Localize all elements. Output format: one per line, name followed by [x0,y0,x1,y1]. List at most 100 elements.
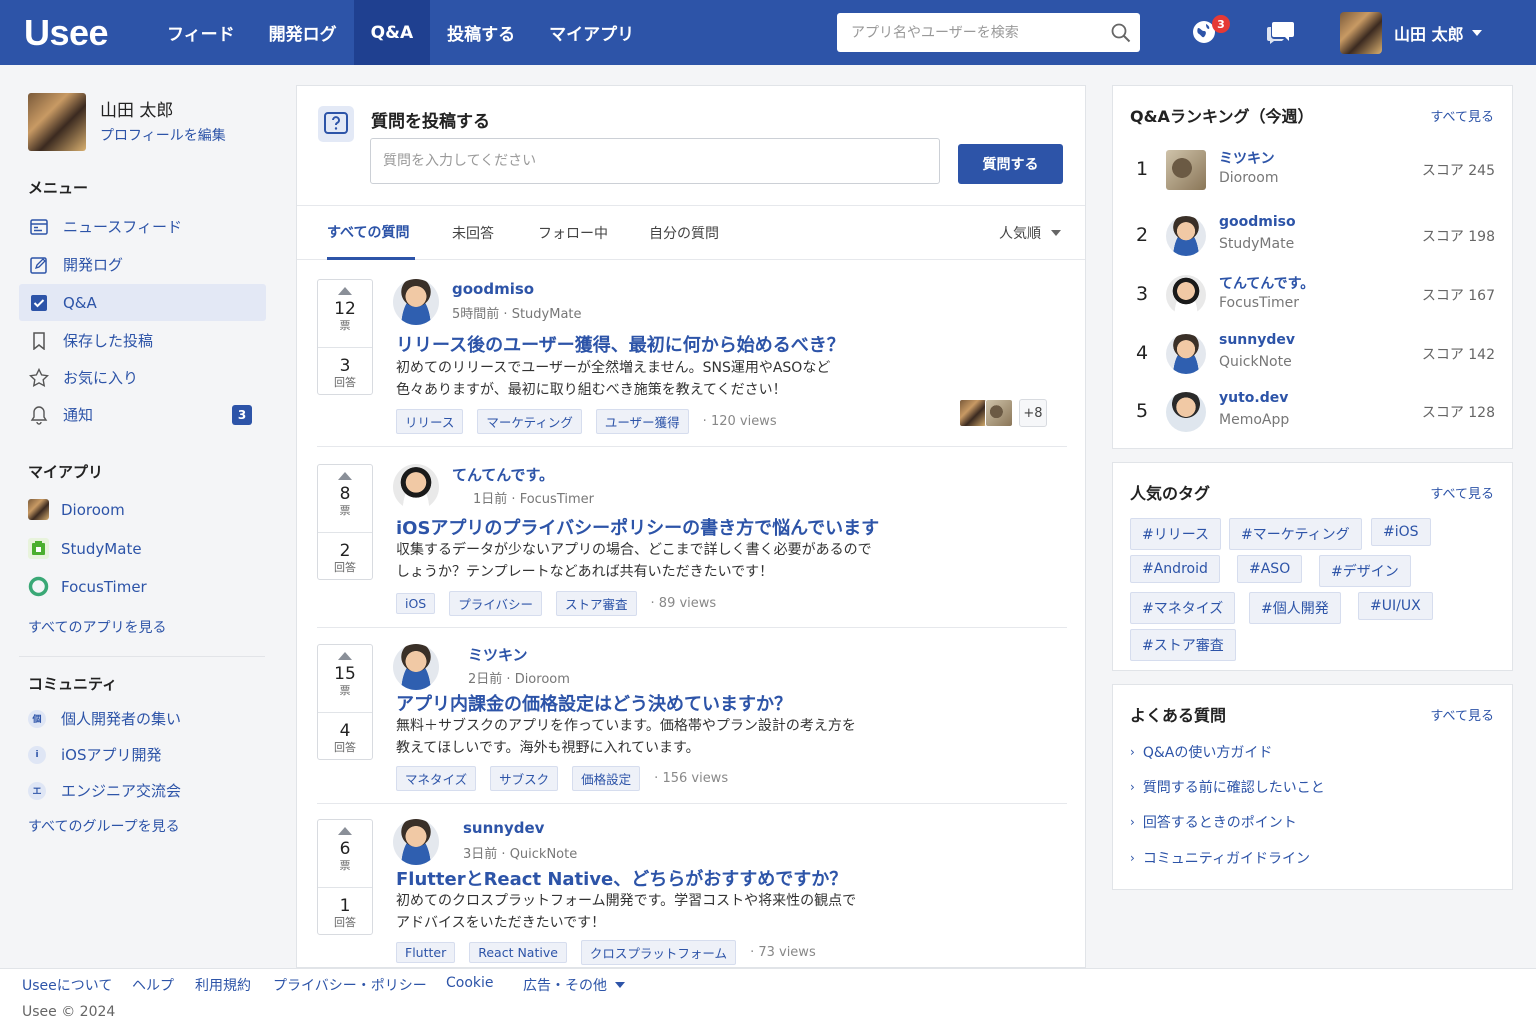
tag[interactable]: Flutter [396,942,456,963]
footer-link-privacy[interactable]: プライバシー・ポリシー [273,975,427,995]
user-menu[interactable]: 山田 太郎 [1340,12,1482,54]
popular-tag[interactable]: #iOS [1371,518,1431,546]
sidebar-item-newsfeed[interactable]: ニュースフィード [19,208,266,245]
author-name[interactable]: goodmiso [452,280,534,298]
author-name[interactable]: てんてんです。 [452,464,554,485]
sidebar-item-qa[interactable]: Q&A [19,284,266,321]
sidebar-item-favorites[interactable]: お気に入り [19,359,266,396]
answer-count: 1 [339,896,351,916]
tab-following[interactable]: フォロー中 [538,206,608,260]
upvote-button[interactable]: 15 票 [318,645,372,713]
ranking-item[interactable]: 4 sunnydev QuickNote スコア 142 [1130,332,1495,376]
popular-tag[interactable]: #UI/UX [1358,592,1433,620]
popular-tag[interactable]: #マーケティング [1229,518,1362,550]
faq-see-all-link[interactable]: すべて見る [1430,705,1494,724]
avatar[interactable] [28,93,86,151]
tag[interactable]: プライバシー [449,591,543,616]
ranking-item[interactable]: 2 goodmiso StudyMate スコア 198 [1130,214,1495,258]
faq-item[interactable]: › 質問する前に確認したいこと [1130,777,1325,797]
question-title[interactable]: アプリ内課金の価格設定はどう決めていますか？ [396,690,792,716]
tab-all[interactable]: すべての質問 [327,206,416,260]
sidebar-item-saved[interactable]: 保存した投稿 [19,322,266,359]
footer-link-about[interactable]: Useeについて [22,975,112,995]
app-name: FocusTimer [61,577,147,596]
ranking-item[interactable]: 1 ミツキン Dioroom スコア 245 [1130,148,1495,192]
answerer-avatars[interactable]: +8 [959,399,1047,427]
ranking-item[interactable]: 5 yuto.dev MemoApp スコア 128 [1130,390,1495,434]
tag[interactable]: サブスク [490,766,559,791]
view-count: · 89 views [650,596,717,611]
ranking-item[interactable]: 3 てんてんです。 FocusTimer スコア 167 [1130,273,1495,317]
popular-tag[interactable]: #個人開発 [1249,592,1341,624]
popular-tag[interactable]: #Android [1130,555,1220,583]
faq-item[interactable]: › 回答するときのポイント [1130,812,1297,832]
app-item-focustimer[interactable]: FocusTimer [28,576,147,597]
author-name[interactable]: sunnydev [463,819,544,837]
answer-count: 4 [339,721,351,741]
question-title[interactable]: リリース後のユーザー獲得、最初に何から始めるべき？ [396,331,845,357]
upvote-button[interactable]: 8票 [318,465,372,533]
footer-link-terms[interactable]: 利用規約 [195,975,251,995]
footer-link-help[interactable]: ヘルプ [132,975,174,995]
profile-name[interactable]: 山田 太郎 [100,96,173,121]
nav-feed[interactable]: フィード [150,0,252,65]
question-title[interactable]: FlutterとReact Native、どちらがおすすめですか？ [396,865,847,891]
popular-tag[interactable]: #ASO [1237,555,1303,583]
sidebar-item-notifications[interactable]: 通知 3 [19,396,266,433]
tag[interactable]: マネタイズ [396,766,477,791]
tab-unanswered[interactable]: 未回答 [452,206,494,260]
chat-icon[interactable] [1266,17,1296,47]
all-apps-link[interactable]: すべてのアプリを見る [28,617,166,637]
all-groups-link[interactable]: すべてのグループを見る [28,816,180,836]
group-item[interactable]: i iOSアプリ開発 [28,744,162,765]
author-name[interactable]: ミツキン [468,644,528,665]
search-input[interactable] [837,14,1102,51]
tag[interactable]: 価格設定 [572,766,641,791]
nav-devlog[interactable]: 開発ログ [252,0,354,65]
tags-see-all-link[interactable]: すべて見る [1430,483,1494,502]
ask-button[interactable]: 質問する [958,144,1063,184]
bell-icon [29,405,49,425]
nav-myapps[interactable]: マイアプリ [532,0,651,65]
popular-tag[interactable]: #ストア審査 [1130,629,1236,661]
avatar[interactable] [393,464,439,510]
app-item-studymate[interactable]: StudyMate [28,538,142,559]
upvote-button[interactable]: 12 票 [318,280,372,348]
tag[interactable]: クロスプラットフォーム [580,940,737,965]
tag[interactable]: リリース [396,409,464,434]
faq-item[interactable]: › Q&Aの使い方ガイド [1130,742,1272,762]
popular-tag[interactable]: #マネタイズ [1130,592,1236,624]
tag[interactable]: ストア審査 [556,591,637,616]
footer-link-ads[interactable]: 広告・その他 [523,975,625,995]
popular-tag[interactable]: #デザイン [1319,555,1411,587]
ranking-see-all-link[interactable]: すべて見る [1430,106,1494,125]
tag[interactable]: iOS [396,593,436,614]
nav-qa[interactable]: Q&A [353,0,431,65]
avatar[interactable] [393,819,439,865]
question-input[interactable] [370,138,940,184]
question-item[interactable]: 12 票 3 回答 goodmiso 5時間前 · StudyMate リリース後の… [317,279,1067,447]
group-item[interactable]: 個 個人開発者の集い [28,708,181,729]
app-item-dioroom[interactable]: Dioroom [28,499,125,520]
avatar[interactable] [393,279,439,325]
edit-profile-link[interactable]: プロフィールを編集 [100,125,226,145]
tag[interactable]: ユーザー獲得 [595,409,689,434]
avatar[interactable] [393,644,439,690]
question-item[interactable]: 15 票 4 回答 ミツキン 2日前 · Dioroom アプリ内課金の価格設定はど… [317,644,1067,804]
popular-tag[interactable]: #リリース [1130,518,1222,550]
faq-item[interactable]: › コミュニティガイドライン [1130,848,1310,868]
nav-post[interactable]: 投稿する [430,0,532,65]
tag[interactable]: マーケティング [477,409,582,434]
group-item[interactable]: エ エンジニア交流会 [28,780,181,801]
question-item[interactable]: 6票 1 回答 sunnydev 3日前 · QuickNote Flutterと… [317,819,1067,967]
upvote-button[interactable]: 6票 [318,820,372,888]
sort-dropdown[interactable]: 人気順 [999,206,1061,260]
footer-link-cookie[interactable]: Cookie [446,975,494,991]
search-icon[interactable] [1102,23,1140,43]
question-title[interactable]: iOSアプリのプライバシーポリシーの書き方で悩んでいます [396,514,879,540]
tab-my-questions[interactable]: 自分の質問 [649,206,719,260]
sidebar-item-devlog[interactable]: 開発ログ [19,246,266,283]
question-item[interactable]: 8票 2 回答 てんてんです。 1日前 · FocusTimer iOSアプリのプ… [317,464,1067,628]
logo[interactable]: Usee [24,12,134,54]
tag[interactable]: React Native [469,942,567,963]
